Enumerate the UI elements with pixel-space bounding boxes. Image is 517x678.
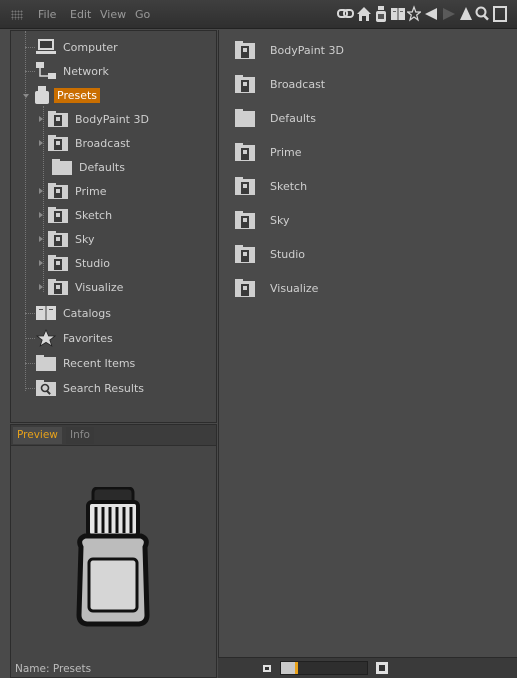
folder-icon xyxy=(235,109,255,127)
preset-folder-icon xyxy=(48,255,68,271)
large-thumbnail-icon[interactable] xyxy=(375,661,389,675)
thumbnail-size-slider[interactable] xyxy=(280,661,368,675)
tree-item-bodypaint-3d[interactable]: BodyPaint 3D xyxy=(39,108,149,130)
preset-folder-icon xyxy=(48,231,68,247)
tree-item-recent-items[interactable]: Recent Items xyxy=(25,352,135,374)
forward-arrow-icon[interactable] xyxy=(441,5,457,23)
status-bar xyxy=(218,657,517,678)
panel-icon[interactable] xyxy=(493,5,507,23)
grip-handle-icon[interactable] xyxy=(11,10,23,20)
tree-panel: Computer Network Presets BodyPaint 3D Br… xyxy=(10,30,217,423)
preset-folder-icon xyxy=(235,177,255,195)
expand-toggle-icon[interactable] xyxy=(39,284,43,290)
tree-item-studio[interactable]: Studio xyxy=(39,252,110,274)
preset-folder-icon xyxy=(48,135,68,151)
tree-item-network[interactable]: Network xyxy=(25,60,109,82)
bottle-icon xyxy=(35,86,49,104)
folder-icon xyxy=(36,355,56,371)
bottle-icon[interactable] xyxy=(374,5,388,23)
search-icon[interactable] xyxy=(475,5,491,23)
expand-toggle-icon[interactable] xyxy=(39,260,43,266)
book-icon xyxy=(36,306,56,320)
preview-name-label: Name: Presets xyxy=(15,663,92,675)
folder-icon xyxy=(52,159,72,175)
network-icon xyxy=(36,62,56,79)
preset-folder-icon xyxy=(48,183,68,199)
preset-folder-icon xyxy=(48,279,68,295)
preset-folder-icon xyxy=(235,279,255,297)
menu-go[interactable]: Go xyxy=(135,8,150,21)
up-arrow-icon[interactable] xyxy=(459,5,473,23)
content-item-broadcast[interactable]: Broadcast xyxy=(234,72,325,96)
small-thumbnail-icon[interactable] xyxy=(262,663,272,673)
tab-info[interactable]: Info xyxy=(66,427,94,444)
preset-folder-icon xyxy=(235,41,255,59)
computer-icon xyxy=(36,39,56,54)
tree-item-sky[interactable]: Sky xyxy=(39,228,94,250)
book-icon[interactable] xyxy=(390,5,406,23)
content-item-defaults[interactable]: Defaults xyxy=(234,106,316,130)
preset-folder-icon xyxy=(235,143,255,161)
tree-item-computer[interactable]: Computer xyxy=(25,36,118,58)
expand-toggle-icon[interactable] xyxy=(39,236,43,242)
tree-item-catalogs[interactable]: Catalogs xyxy=(25,302,111,324)
preview-tab-bar: Preview Info xyxy=(11,425,216,446)
content-item-bodypaint-3d[interactable]: BodyPaint 3D xyxy=(234,38,344,62)
chain-link-icon[interactable] xyxy=(337,5,355,23)
menu-file[interactable]: File xyxy=(38,8,56,21)
tree-item-favorites[interactable]: Favorites xyxy=(25,327,113,349)
menu-bar: File Edit View Go xyxy=(0,0,517,29)
tab-preview[interactable]: Preview xyxy=(13,427,62,444)
expand-toggle-icon[interactable] xyxy=(39,212,43,218)
search-folder-icon xyxy=(36,380,56,396)
expand-toggle-icon[interactable] xyxy=(39,140,43,146)
tree-item-search-results[interactable]: Search Results xyxy=(25,377,144,399)
slider-knob[interactable] xyxy=(295,662,299,674)
expand-toggle-icon[interactable] xyxy=(39,188,43,194)
preset-folder-icon xyxy=(48,207,68,223)
tree-item-presets[interactable]: Presets xyxy=(23,84,101,106)
preset-folder-icon xyxy=(235,75,255,93)
tree-item-visualize[interactable]: Visualize xyxy=(39,276,123,298)
tree-item-prime[interactable]: Prime xyxy=(39,180,107,202)
expand-toggle-icon[interactable] xyxy=(39,116,43,122)
preset-folder-icon xyxy=(235,211,255,229)
menu-view[interactable]: View xyxy=(100,8,126,21)
content-item-sky[interactable]: Sky xyxy=(234,208,289,232)
toolbar xyxy=(337,5,517,25)
preset-folder-icon xyxy=(235,245,255,263)
tree-item-broadcast[interactable]: Broadcast xyxy=(39,132,130,154)
content-item-prime[interactable]: Prime xyxy=(234,140,302,164)
preset-bottle-preview-image xyxy=(76,487,150,627)
home-icon[interactable] xyxy=(356,5,372,23)
preset-folder-icon xyxy=(48,111,68,127)
star-icon xyxy=(35,329,57,347)
back-arrow-icon[interactable] xyxy=(423,5,439,23)
content-panel: BodyPaint 3D Broadcast Defaults Prime Sk… xyxy=(218,30,517,657)
preview-panel: Preview Info Name: Presets xyxy=(10,424,217,678)
tree-item-sketch[interactable]: Sketch xyxy=(39,204,112,226)
tree-item-defaults[interactable]: Defaults xyxy=(39,156,125,178)
expand-toggle-icon[interactable] xyxy=(23,94,29,98)
star-icon[interactable] xyxy=(407,5,421,23)
content-item-visualize[interactable]: Visualize xyxy=(234,276,318,300)
menu-edit[interactable]: Edit xyxy=(70,8,91,21)
content-item-studio[interactable]: Studio xyxy=(234,242,305,266)
content-item-sketch[interactable]: Sketch xyxy=(234,174,307,198)
slider-fill xyxy=(281,662,297,674)
